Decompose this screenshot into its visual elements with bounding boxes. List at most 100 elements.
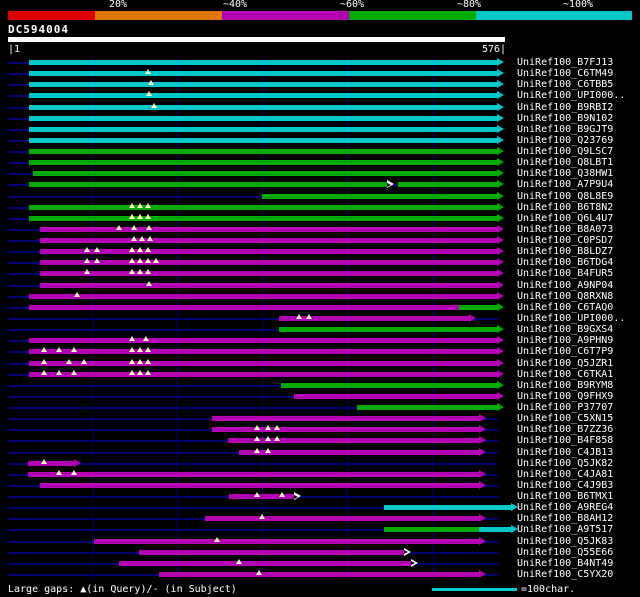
arrowhead-icon[interactable]: [497, 280, 505, 289]
hit-label[interactable]: UniRef100_A9REG4: [517, 502, 613, 513]
hit-label[interactable]: UniRef100_C0PSD7: [517, 235, 613, 246]
alignment-bar[interactable]: [384, 505, 512, 511]
arrowhead-icon[interactable]: [497, 191, 505, 200]
hit-label[interactable]: UniRef100_Q23769: [517, 135, 613, 146]
alignment-bar[interactable]: [261, 193, 498, 199]
alignment-bar[interactable]: [212, 416, 480, 422]
hit-label[interactable]: UniRef100_C6T7P9: [517, 346, 613, 357]
arrowhead-icon[interactable]: [497, 291, 505, 300]
arrowhead-icon[interactable]: [497, 91, 505, 100]
alignment-bar[interactable]: [39, 271, 498, 277]
arrowhead-icon[interactable]: [74, 458, 82, 467]
hit-label[interactable]: UniRef100_A9T517: [517, 524, 613, 535]
alignment-bar[interactable]: [204, 516, 480, 522]
alignment-bar[interactable]: [239, 449, 480, 455]
alignment-bar[interactable]: [29, 293, 498, 299]
hit-label[interactable]: UniRef100_B4F858: [517, 435, 613, 446]
arrowhead-icon[interactable]: [497, 347, 505, 356]
arrowhead-icon[interactable]: [497, 124, 505, 133]
arrowhead-icon[interactable]: [497, 169, 505, 178]
arrowhead-icon[interactable]: [479, 569, 487, 578]
alignment-bar[interactable]: [29, 215, 498, 221]
hit-label[interactable]: UniRef100_Q8RXN8: [517, 291, 613, 302]
alignment-bar[interactable]: [29, 149, 498, 154]
hit-label[interactable]: UniRef100_Q5JK83: [517, 536, 613, 547]
hit-label[interactable]: UniRef100_B8AH12: [517, 513, 613, 524]
hit-label[interactable]: UniRef100_B9RBI2: [517, 102, 613, 113]
hit-label[interactable]: UniRef100_A7P9U4: [517, 179, 613, 190]
arrowhead-icon[interactable]: [497, 113, 505, 122]
arrowhead-icon[interactable]: [497, 391, 505, 400]
hit-label[interactable]: UniRef100_Q9LSC7: [517, 146, 613, 157]
arrowhead-icon[interactable]: [497, 213, 505, 222]
hit-label[interactable]: UniRef100_B6T8N2: [517, 202, 613, 213]
hit-label[interactable]: UniRef100_C6TKA1: [517, 369, 613, 380]
hit-label[interactable]: UniRef100_B9GJT9: [517, 124, 613, 135]
arrowhead-icon[interactable]: [497, 147, 505, 155]
alignment-bar[interactable]: [29, 137, 498, 143]
arrowhead-icon[interactable]: [469, 313, 477, 322]
hit-label[interactable]: UniRef100_B7FJ13: [517, 57, 613, 68]
alignment-bar[interactable]: [39, 482, 480, 488]
alignment-bar[interactable]: [479, 527, 512, 533]
hit-label[interactable]: UniRef100_C6TM49: [517, 68, 613, 79]
arrowhead-icon[interactable]: [497, 269, 505, 278]
arrowhead-icon[interactable]: [497, 403, 505, 411]
hit-label[interactable]: UniRef100_C5YX20: [517, 569, 613, 580]
alignment-bar[interactable]: [29, 160, 498, 166]
alignment-bar[interactable]: [39, 282, 498, 288]
hit-label[interactable]: UniRef100_A9PHN9: [517, 335, 613, 346]
alignment-bar[interactable]: [384, 527, 480, 533]
hit-label[interactable]: UniRef100_Q55E66: [517, 547, 613, 558]
hit-label[interactable]: UniRef100_B9GXS4: [517, 324, 613, 335]
alignment-bar[interactable]: [29, 115, 498, 121]
hit-label[interactable]: UniRef100_UPI000..: [517, 90, 625, 101]
alignment-bar[interactable]: [29, 71, 498, 77]
alignment-bar[interactable]: [39, 238, 498, 243]
alignment-bar[interactable]: [159, 571, 480, 577]
hit-label[interactable]: UniRef100_B9RYM8: [517, 380, 613, 391]
alignment-bar[interactable]: [39, 226, 498, 232]
alignment-bar[interactable]: [29, 349, 498, 355]
arrowhead-icon[interactable]: [497, 202, 505, 211]
hit-label[interactable]: UniRef100_Q9FHX9: [517, 391, 613, 402]
alignment-bar[interactable]: [397, 182, 498, 188]
arrowhead-icon[interactable]: [497, 247, 505, 256]
alignment-bar[interactable]: [29, 182, 388, 188]
hit-label[interactable]: UniRef100_Q6L4U7: [517, 213, 613, 224]
arrowhead-icon[interactable]: [479, 536, 487, 545]
hit-label[interactable]: UniRef100_UPI000..: [517, 313, 625, 324]
hit-label[interactable]: UniRef100_Q8L8E9: [517, 191, 613, 202]
arrowhead-icon[interactable]: [497, 302, 505, 311]
alignment-bar[interactable]: [139, 549, 405, 555]
alignment-bar[interactable]: [212, 427, 480, 433]
hit-label[interactable]: UniRef100_B8LDZ7: [517, 246, 613, 257]
alignment-bar[interactable]: [356, 405, 498, 410]
arrowhead-icon[interactable]: [497, 80, 505, 89]
arrowhead-icon[interactable]: [479, 447, 487, 456]
arrowhead-icon[interactable]: [497, 336, 505, 345]
hit-label[interactable]: UniRef100_B9N102: [517, 113, 613, 124]
arrowhead-icon[interactable]: [497, 102, 505, 111]
hit-label[interactable]: UniRef100_C6TBB5: [517, 79, 613, 90]
hit-label[interactable]: UniRef100_B4FUR5: [517, 268, 613, 279]
hit-label[interactable]: UniRef100_C6TAQ0: [517, 302, 613, 313]
hit-label[interactable]: UniRef100_Q5JZR1: [517, 358, 613, 369]
arrowhead-icon[interactable]: [497, 236, 505, 244]
arrowhead-icon[interactable]: [479, 469, 487, 478]
arrowhead-icon[interactable]: [479, 480, 487, 489]
arrowhead-icon[interactable]: [497, 380, 505, 389]
hit-label[interactable]: UniRef100_A9NP04: [517, 280, 613, 291]
hit-label[interactable]: UniRef100_C4JA81: [517, 469, 613, 480]
alignment-bar[interactable]: [29, 60, 498, 65]
alignment-bar[interactable]: [458, 304, 498, 310]
hit-label[interactable]: UniRef100_Q5JK82: [517, 458, 613, 469]
arrowhead-icon[interactable]: [497, 325, 505, 334]
alignment-bar[interactable]: [281, 382, 498, 388]
arrowhead-icon[interactable]: [497, 358, 505, 367]
arrowhead-icon[interactable]: [479, 414, 487, 423]
alignment-bar[interactable]: [27, 460, 75, 466]
hit-label[interactable]: UniRef100_B6TMX1: [517, 491, 613, 502]
alignment-bar[interactable]: [293, 393, 498, 399]
alignment-bar[interactable]: [39, 260, 498, 266]
